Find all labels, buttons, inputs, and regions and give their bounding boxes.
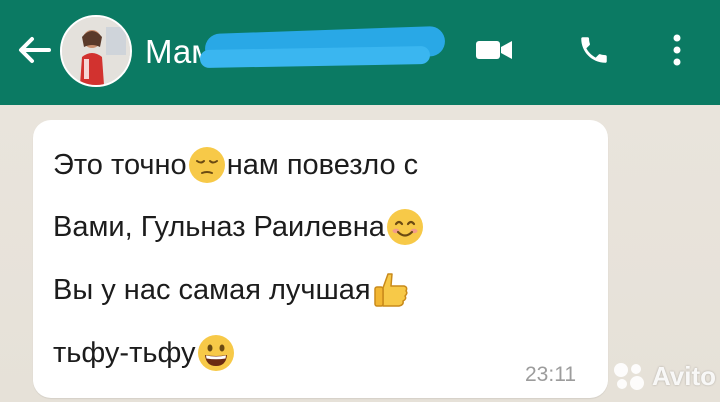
message-line-4: тьфу-тьфу <box>53 333 236 373</box>
message-line-3: Вы у нас самая лучшая <box>53 270 411 310</box>
redaction-mark-lower <box>199 45 431 69</box>
watermark-text: Avito <box>652 360 717 391</box>
message-line-1: Это точно нам повезло с <box>53 145 418 185</box>
avatar[interactable] <box>60 15 132 87</box>
smiling-face-icon <box>386 209 423 245</box>
message-text: Вы у нас самая лучшая <box>53 273 371 306</box>
grinning-face-icon <box>197 335 234 371</box>
phone-icon <box>581 37 607 63</box>
pensive-face-icon <box>188 147 225 183</box>
avito-logo-icon <box>614 363 644 390</box>
message-text: Это точно <box>53 148 187 181</box>
avatar-image <box>62 17 130 85</box>
thumbs-up-icon <box>373 273 408 307</box>
more-options-button[interactable] <box>653 26 701 74</box>
watermark: Avito <box>612 358 716 394</box>
arrow-left-icon <box>19 37 51 63</box>
more-vert-icon <box>673 34 681 66</box>
back-button[interactable] <box>12 28 56 72</box>
message-line-2: Вами, Гульназ Раилевна <box>53 207 425 247</box>
message-text: тьфу-тьфу <box>53 336 196 369</box>
message-text-tail: нам повезло с <box>226 148 419 181</box>
message-timestamp: 23:11 <box>525 363 576 386</box>
chat-header: Мама <box>0 0 720 105</box>
voice-call-button[interactable] <box>570 26 618 74</box>
message-text: Вами, Гульназ Раилевна <box>53 210 385 243</box>
video-camera-icon <box>476 41 512 59</box>
video-call-button[interactable] <box>470 26 518 74</box>
